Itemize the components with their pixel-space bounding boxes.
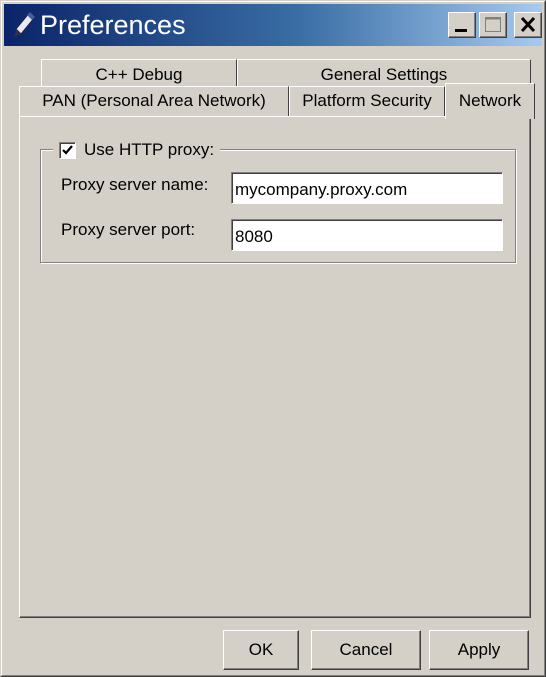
tab-label: PAN (Personal Area Network)	[42, 91, 266, 110]
pen-icon	[10, 10, 38, 40]
network-panel: Use HTTP proxy: Proxy server name: Proxy…	[19, 116, 531, 618]
minimize-icon	[455, 29, 467, 32]
proxy-server-port-input[interactable]	[231, 219, 503, 251]
maximize-button[interactable]	[479, 12, 507, 38]
cancel-button[interactable]: Cancel	[311, 630, 421, 670]
tab-label: Platform Security	[302, 91, 432, 110]
proxy-server-port-label: Proxy server port:	[61, 220, 196, 239]
use-proxy-toggle[interactable]: Use HTTP proxy:	[53, 136, 221, 164]
proxy-server-name-input[interactable]	[231, 172, 503, 204]
ok-button[interactable]: OK	[223, 630, 299, 670]
proxy-groupbox: Use HTTP proxy: Proxy server name: Proxy…	[40, 136, 516, 263]
tab-platform-security[interactable]: Platform Security	[289, 86, 445, 116]
use-proxy-label: Use HTTP proxy:	[84, 140, 215, 159]
tab-network[interactable]: Network	[445, 83, 535, 119]
apply-button[interactable]: Apply	[429, 630, 529, 670]
use-proxy-checkbox[interactable]	[59, 141, 76, 159]
tab-label: Network	[458, 91, 522, 110]
title-bar[interactable]: Preferences	[4, 4, 542, 46]
proxy-server-name-label: Proxy server name:	[61, 175, 209, 194]
tab-cpp-debug[interactable]: C++ Debug	[41, 59, 237, 89]
preferences-window: Preferences C++ Debug General Settings P…	[0, 0, 546, 677]
window-title: Preferences	[40, 10, 186, 40]
minimize-button[interactable]	[448, 12, 476, 38]
tab-pan[interactable]: PAN (Personal Area Network)	[19, 86, 289, 116]
maximize-icon	[485, 17, 501, 32]
close-button[interactable]	[514, 12, 542, 38]
checkmark-icon	[62, 144, 73, 155]
close-icon	[520, 16, 536, 33]
